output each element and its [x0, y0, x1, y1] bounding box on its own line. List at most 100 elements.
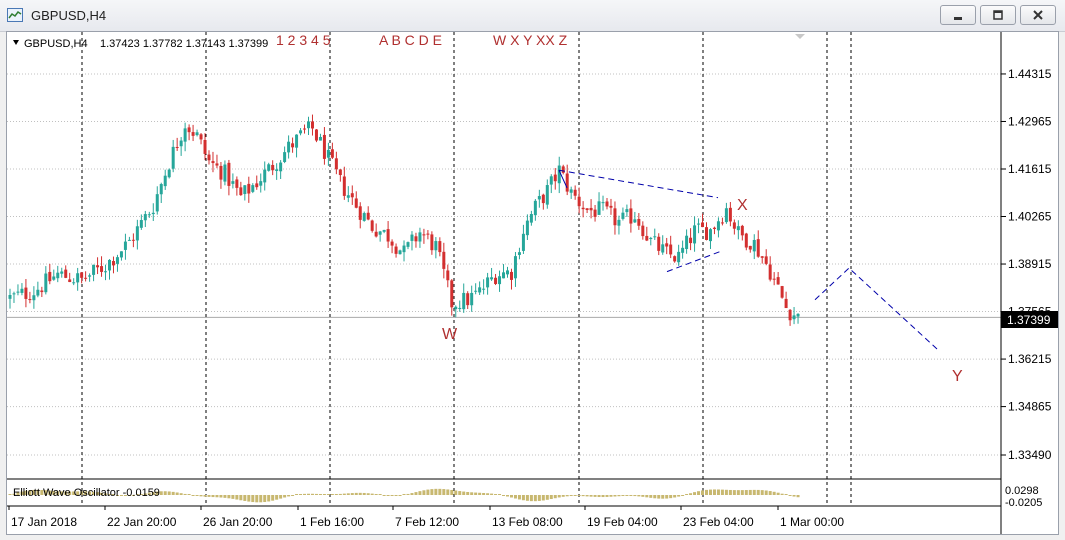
oscillator-bar	[740, 490, 744, 495]
oscillator-bar	[685, 494, 689, 495]
oscillator-bar	[310, 493, 314, 495]
candle-body	[96, 265, 100, 268]
candle-body	[231, 181, 235, 184]
candle-body	[80, 272, 84, 278]
candle-body	[358, 206, 362, 220]
candle-body	[303, 128, 307, 130]
oscillator-bar	[498, 494, 502, 495]
indicator-label: Elliott Wave Oscillator -0.0159	[13, 487, 160, 499]
oscillator-bar	[673, 495, 677, 498]
candle-body	[764, 256, 768, 264]
oscillator-bar	[605, 495, 609, 497]
oscillator-bar	[426, 489, 430, 495]
oscillator-bar	[422, 490, 426, 495]
candle-body	[661, 244, 665, 253]
candle-body	[191, 132, 195, 136]
candle-body	[506, 270, 509, 275]
oscillator-bar	[291, 495, 295, 496]
oscillator-bar	[756, 489, 760, 495]
shift-marker-icon[interactable]	[795, 34, 805, 39]
title-bar: GBPUSD,H4	[0, 0, 1065, 32]
oscillator-bar	[557, 495, 561, 498]
price-tick-label: 1.33490	[1008, 448, 1052, 462]
oscillator-bar	[509, 495, 513, 498]
candle-body	[589, 207, 593, 211]
candle-body	[541, 194, 545, 204]
candle-body	[398, 250, 402, 255]
minimize-button[interactable]	[940, 5, 976, 25]
oscillator-bar	[314, 493, 318, 495]
oscillator-bar	[752, 489, 756, 495]
candle-body	[76, 273, 80, 283]
close-icon	[1033, 10, 1043, 20]
candle-body	[123, 241, 127, 250]
oscillator-bar	[788, 495, 792, 496]
oscillator-bar	[307, 493, 310, 495]
chart-area[interactable]: 1.443151.429651.416151.402651.389151.375…	[6, 31, 1059, 535]
oscillator-bar	[486, 493, 490, 495]
close-button[interactable]	[1020, 5, 1056, 25]
price-axis[interactable]: 1.443151.429651.416151.402651.389151.375…	[1001, 67, 1052, 462]
candle-body	[458, 307, 462, 309]
oscillator-bar	[513, 495, 517, 499]
oscillator-bar	[231, 495, 235, 499]
candle-body	[279, 162, 283, 172]
oscillator-bar	[223, 495, 227, 498]
oscillator-bar	[458, 491, 462, 495]
oscillator-bar	[490, 493, 494, 495]
oscillator-bar	[243, 495, 247, 501]
wave-labels-correction: A B C D E	[379, 32, 442, 48]
candle-body	[478, 287, 482, 293]
indicator-upper-value: 0.0298	[1005, 485, 1039, 497]
time-tick-label: 13 Feb 08:00	[492, 515, 563, 529]
candle-body	[537, 196, 541, 200]
candle-body	[629, 208, 633, 224]
candle-body	[263, 169, 267, 183]
oscillator-bar	[215, 495, 219, 498]
price-chart[interactable]: 1.443151.429651.416151.402651.389151.375…	[7, 32, 1058, 534]
oscillator-bar	[318, 494, 322, 495]
candle-body	[131, 239, 135, 241]
oscillator-bar	[732, 490, 736, 495]
oscillator-bar	[207, 495, 211, 497]
oscillator-bar	[378, 494, 382, 495]
oscillator-bar	[462, 491, 466, 495]
oscillator-bar	[506, 495, 509, 497]
oscillator-bar	[370, 493, 374, 495]
candle-body	[494, 277, 498, 284]
candle-body	[8, 294, 12, 299]
oscillator-bar	[454, 490, 458, 495]
oscillator-bar	[780, 493, 784, 495]
candle-body	[267, 164, 271, 171]
candle-body	[104, 271, 108, 273]
candle-body	[521, 233, 525, 251]
time-axis[interactable]: 17 Jan 2018 22 Jan 20:00 26 Jan 20:00 1 Feb…	[8, 506, 844, 529]
oscillator-bar	[553, 495, 557, 499]
restore-button[interactable]	[980, 5, 1016, 25]
oscillator-bar	[577, 495, 581, 496]
oscillator-bar	[418, 491, 422, 495]
candle-body	[108, 259, 111, 271]
candle-body	[68, 279, 72, 283]
oscillator-bar	[502, 495, 506, 496]
oscillator-bar	[382, 495, 386, 496]
candle-body	[442, 251, 446, 269]
candle-body	[732, 222, 736, 229]
candle-body	[525, 220, 529, 236]
candle-body	[56, 272, 60, 279]
oscillator-bar	[179, 493, 183, 495]
restore-icon	[993, 10, 1003, 20]
candle-body	[689, 237, 693, 244]
oscillator-bar	[517, 495, 521, 500]
candle-body	[669, 244, 673, 255]
oscillator-bar	[326, 494, 330, 495]
time-tick-label: 17 Jan 2018	[11, 515, 77, 529]
oscillator-bar	[744, 490, 748, 495]
candle-body	[776, 277, 780, 285]
symbol-dropdown-icon[interactable]	[13, 40, 19, 45]
candle-body	[334, 158, 338, 170]
candle-body	[318, 136, 322, 141]
oscillator-bar	[728, 489, 732, 495]
candle-body	[681, 247, 685, 253]
candle-body	[752, 239, 756, 252]
